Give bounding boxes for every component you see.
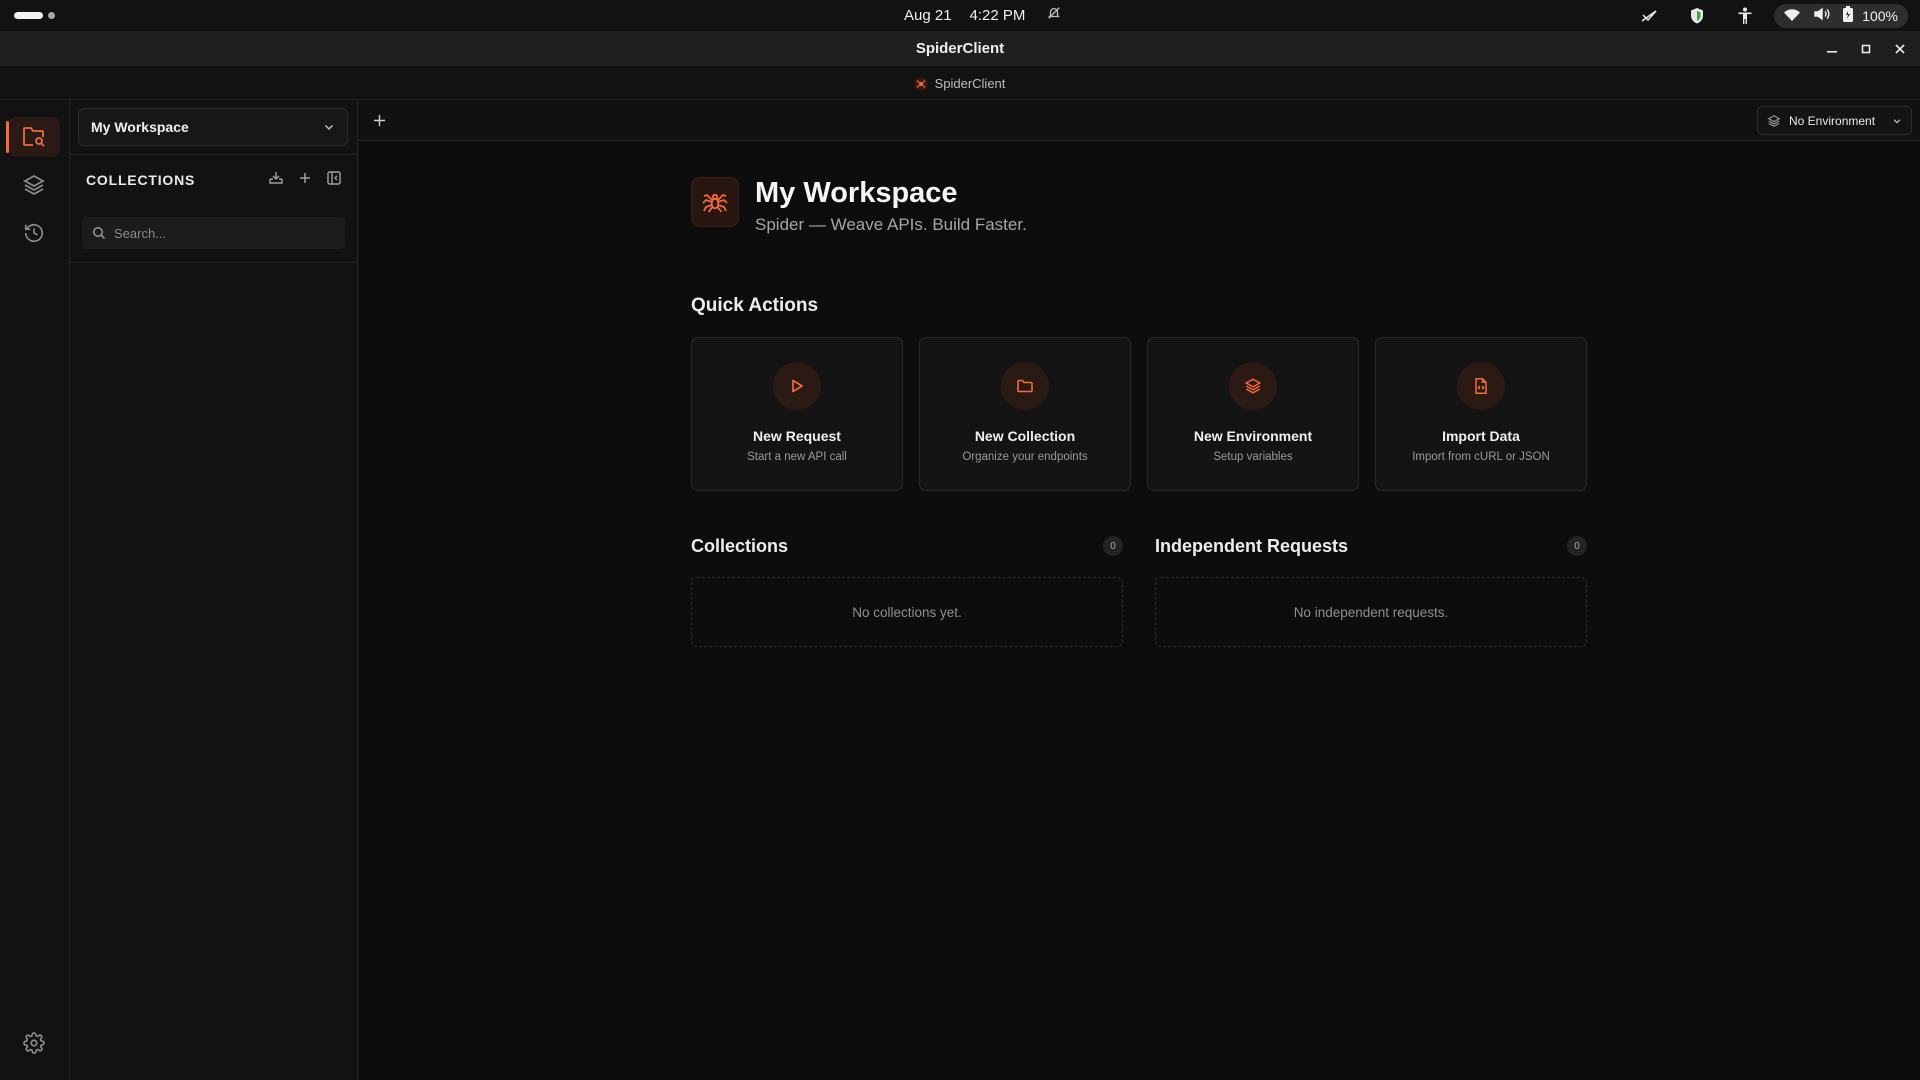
new-tab-button[interactable] xyxy=(368,109,390,131)
add-collection-button[interactable] xyxy=(298,171,312,190)
divider xyxy=(70,262,357,263)
sidebar: My Workspace COLLECTIONS xyxy=(70,100,358,1080)
maximize-button[interactable] xyxy=(1856,37,1876,61)
app-header: SpiderClient xyxy=(0,67,1920,100)
new-request-card[interactable]: New Request Start a new API call xyxy=(691,337,903,491)
collections-header: COLLECTIONS xyxy=(86,170,342,190)
maximize-icon xyxy=(1861,44,1871,54)
notifications-muted-icon xyxy=(1047,6,1061,24)
spider-logo-icon xyxy=(691,177,739,227)
minimize-button[interactable] xyxy=(1822,37,1842,61)
close-icon xyxy=(1895,44,1905,54)
battery-icon xyxy=(1842,6,1854,25)
new-environment-card[interactable]: New Environment Setup variables xyxy=(1147,337,1359,491)
app-header-title: SpiderClient xyxy=(934,76,1006,91)
play-icon xyxy=(773,362,821,410)
quick-actions: New Request Start a new API call New Col… xyxy=(691,337,1587,491)
workspace-overview: My Workspace Spider — Weave APIs. Build … xyxy=(358,141,1920,1080)
layers-icon xyxy=(1229,362,1277,410)
battery-percentage: 100% xyxy=(1862,7,1898,24)
divider xyxy=(70,154,357,155)
collapse-sidebar-button[interactable] xyxy=(326,170,342,191)
independent-requests-heading: Independent Requests xyxy=(1155,535,1349,556)
system-clock[interactable]: Aug 21 4:22 PM xyxy=(904,6,1061,24)
search-icon xyxy=(93,227,106,240)
folder-icon xyxy=(1001,362,1049,410)
environment-selector-label: No Environment xyxy=(1789,113,1876,128)
gear-icon xyxy=(23,1032,45,1054)
search-input[interactable] xyxy=(114,225,324,241)
import-collection-button[interactable] xyxy=(268,170,284,191)
independent-requests-empty-state: No independent requests. xyxy=(1155,577,1587,647)
workspace-indicator-active xyxy=(14,12,43,19)
app-logo-icon xyxy=(914,77,927,90)
window-title-bar[interactable]: SpiderClient xyxy=(0,31,1920,67)
tab-strip: No Environment xyxy=(358,100,1920,141)
layers-icon xyxy=(23,174,45,196)
close-button[interactable] xyxy=(1890,37,1910,61)
system-top-bar: Aug 21 4:22 PM 100% xyxy=(0,0,1920,31)
environment-selector[interactable]: No Environment xyxy=(1757,106,1912,135)
workspace-indicator xyxy=(48,12,55,19)
panel-collapse-icon xyxy=(327,170,341,185)
new-request-subtitle: Start a new API call xyxy=(747,451,847,463)
folder-search-icon xyxy=(23,127,45,147)
plus-icon xyxy=(373,114,385,126)
environments-nav-button[interactable] xyxy=(8,165,60,205)
new-environment-title: New Environment xyxy=(1193,428,1313,444)
new-collection-card[interactable]: New Collection Organize your endpoints xyxy=(919,337,1131,491)
quick-actions-heading: Quick Actions xyxy=(691,295,819,316)
new-environment-subtitle: Setup variables xyxy=(1213,451,1293,463)
import-data-card[interactable]: Import Data Import from cURL or JSON xyxy=(1375,337,1587,491)
collections-empty-state: No collections yet. xyxy=(691,577,1123,647)
new-request-title: New Request xyxy=(753,428,841,444)
shield-icon[interactable] xyxy=(1686,5,1708,27)
history-icon xyxy=(24,224,44,243)
layers-icon xyxy=(1767,114,1781,127)
plus-icon xyxy=(300,172,310,183)
accessibility-icon[interactable] xyxy=(1734,5,1756,27)
import-icon xyxy=(269,171,283,184)
collections-nav-button[interactable] xyxy=(6,117,60,157)
workspace-tagline: Spider — Weave APIs. Build Faster. xyxy=(755,215,1027,234)
workspace-title: My Workspace xyxy=(755,177,958,209)
settings-button[interactable] xyxy=(8,1023,60,1063)
collections-section: Collections 0 No collections yet. xyxy=(691,535,1123,647)
new-collection-title: New Collection xyxy=(974,428,1076,444)
collections-count-badge: 0 xyxy=(1103,536,1123,556)
collections-section-label: COLLECTIONS xyxy=(86,172,196,188)
volume-icon xyxy=(1814,7,1830,24)
chevron-down-icon xyxy=(1893,118,1901,124)
workspace-hero: My Workspace Spider — Weave APIs. Build … xyxy=(691,177,1027,235)
window-title: SpiderClient xyxy=(915,40,1005,57)
screen-share-off-icon[interactable] xyxy=(1638,5,1660,27)
new-collection-subtitle: Organize your endpoints xyxy=(962,451,1088,463)
activity-bar xyxy=(0,100,70,1080)
system-tray: 100% xyxy=(1638,0,1920,31)
workspace-selector[interactable]: My Workspace xyxy=(78,108,348,146)
file-code-icon xyxy=(1457,362,1505,410)
import-data-subtitle: Import from cURL or JSON xyxy=(1412,451,1550,463)
activities-button[interactable] xyxy=(14,12,55,19)
history-nav-button[interactable] xyxy=(8,213,60,253)
collections-search[interactable] xyxy=(82,217,345,249)
clock-time: 4:22 PM xyxy=(969,6,1026,24)
independent-requests-count-badge: 0 xyxy=(1567,536,1587,556)
import-data-title: Import Data xyxy=(1442,428,1520,444)
minimize-icon xyxy=(1827,51,1837,53)
workspace-selector-label: My Workspace xyxy=(91,119,189,135)
collections-heading: Collections xyxy=(691,535,789,556)
chevron-down-icon xyxy=(324,124,334,131)
system-status-menu[interactable]: 100% xyxy=(1774,3,1908,28)
wifi-icon xyxy=(1784,8,1801,24)
independent-requests-section: Independent Requests 0 No independent re… xyxy=(1155,535,1587,647)
clock-date: Aug 21 xyxy=(904,6,952,24)
window-controls xyxy=(1822,37,1910,61)
